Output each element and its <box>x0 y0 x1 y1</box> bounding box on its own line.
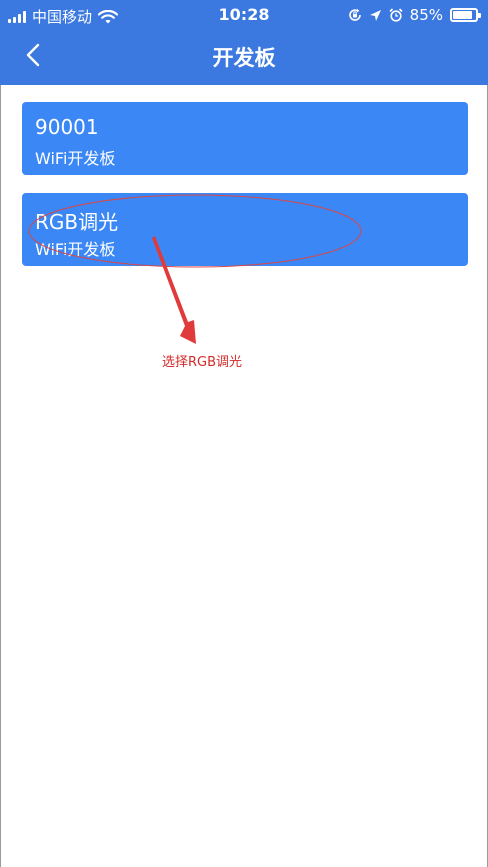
header: 中国移动 10:28 85% 开发板 <box>0 0 488 85</box>
battery-percent: 85% <box>409 6 443 24</box>
board-name: 90001 <box>35 115 99 139</box>
page-title: 开发板 <box>212 46 276 70</box>
alarm-icon <box>389 8 403 22</box>
location-icon <box>369 9 382 22</box>
board-card[interactable]: RGB调光 WiFi开发板 <box>22 193 468 266</box>
board-type: WiFi开发板 <box>35 240 116 259</box>
annotation-note: 选择RGB调光 <box>162 355 243 370</box>
nav-bar: 开发板 <box>0 30 488 85</box>
rotation-lock-icon <box>348 8 362 22</box>
battery-icon <box>450 8 481 22</box>
board-name: RGB调光 <box>35 210 119 234</box>
left-border <box>0 0 1 867</box>
board-type: WiFi开发板 <box>35 149 116 168</box>
status-bar: 中国移动 10:28 85% <box>0 0 488 30</box>
board-card[interactable]: 90001 WiFi开发板 <box>22 102 468 175</box>
